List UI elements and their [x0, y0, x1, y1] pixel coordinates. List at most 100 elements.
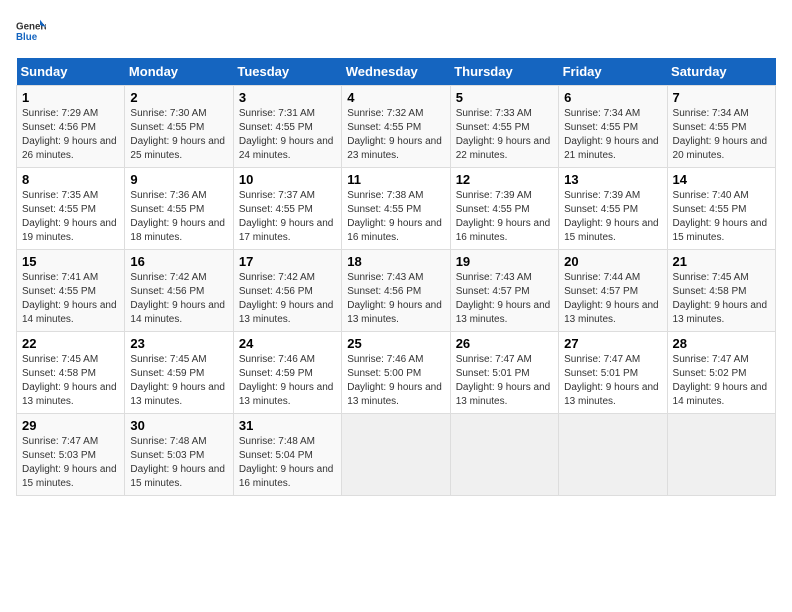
day-number: 29 [22, 418, 119, 433]
day-cell: 29 Sunrise: 7:47 AM Sunset: 5:03 PM Dayl… [17, 414, 125, 496]
day-cell: 2 Sunrise: 7:30 AM Sunset: 4:55 PM Dayli… [125, 86, 233, 168]
day-cell: 8 Sunrise: 7:35 AM Sunset: 4:55 PM Dayli… [17, 168, 125, 250]
day-info: Sunrise: 7:42 AM Sunset: 4:56 PM Dayligh… [239, 271, 336, 327]
day-info: Sunrise: 7:48 AM Sunset: 5:04 PM Dayligh… [239, 435, 336, 491]
day-info: Sunrise: 7:46 AM Sunset: 4:59 PM Dayligh… [239, 353, 336, 409]
day-cell: 3 Sunrise: 7:31 AM Sunset: 4:55 PM Dayli… [233, 86, 341, 168]
day-info: Sunrise: 7:48 AM Sunset: 5:03 PM Dayligh… [130, 435, 227, 491]
day-number: 8 [22, 172, 119, 187]
calendar-table: SundayMondayTuesdayWednesdayThursdayFrid… [16, 58, 776, 496]
day-cell: 20 Sunrise: 7:44 AM Sunset: 4:57 PM Dayl… [559, 250, 667, 332]
day-info: Sunrise: 7:29 AM Sunset: 4:56 PM Dayligh… [22, 107, 119, 163]
header: General Blue [16, 16, 776, 46]
svg-text:Blue: Blue [16, 32, 38, 43]
day-cell: 15 Sunrise: 7:41 AM Sunset: 4:55 PM Dayl… [17, 250, 125, 332]
header-day-tuesday: Tuesday [233, 58, 341, 86]
day-number: 30 [130, 418, 227, 433]
day-cell: 11 Sunrise: 7:38 AM Sunset: 4:55 PM Dayl… [342, 168, 450, 250]
day-number: 3 [239, 90, 336, 105]
day-info: Sunrise: 7:31 AM Sunset: 4:55 PM Dayligh… [239, 107, 336, 163]
day-cell: 9 Sunrise: 7:36 AM Sunset: 4:55 PM Dayli… [125, 168, 233, 250]
day-cell: 18 Sunrise: 7:43 AM Sunset: 4:56 PM Dayl… [342, 250, 450, 332]
day-number: 23 [130, 336, 227, 351]
day-number: 25 [347, 336, 444, 351]
header-day-wednesday: Wednesday [342, 58, 450, 86]
day-info: Sunrise: 7:43 AM Sunset: 4:57 PM Dayligh… [456, 271, 553, 327]
header-day-saturday: Saturday [667, 58, 775, 86]
day-number: 12 [456, 172, 553, 187]
logo-icon: General Blue [16, 16, 46, 46]
week-row-4: 22 Sunrise: 7:45 AM Sunset: 4:58 PM Dayl… [17, 332, 776, 414]
day-info: Sunrise: 7:36 AM Sunset: 4:55 PM Dayligh… [130, 189, 227, 245]
day-cell [450, 414, 558, 496]
day-cell: 10 Sunrise: 7:37 AM Sunset: 4:55 PM Dayl… [233, 168, 341, 250]
day-info: Sunrise: 7:35 AM Sunset: 4:55 PM Dayligh… [22, 189, 119, 245]
day-number: 26 [456, 336, 553, 351]
day-info: Sunrise: 7:45 AM Sunset: 4:58 PM Dayligh… [673, 271, 770, 327]
header-day-friday: Friday [559, 58, 667, 86]
day-cell: 12 Sunrise: 7:39 AM Sunset: 4:55 PM Dayl… [450, 168, 558, 250]
day-cell: 22 Sunrise: 7:45 AM Sunset: 4:58 PM Dayl… [17, 332, 125, 414]
day-info: Sunrise: 7:47 AM Sunset: 5:01 PM Dayligh… [456, 353, 553, 409]
day-number: 1 [22, 90, 119, 105]
day-cell: 23 Sunrise: 7:45 AM Sunset: 4:59 PM Dayl… [125, 332, 233, 414]
week-row-1: 1 Sunrise: 7:29 AM Sunset: 4:56 PM Dayli… [17, 86, 776, 168]
day-number: 28 [673, 336, 770, 351]
day-cell: 25 Sunrise: 7:46 AM Sunset: 5:00 PM Dayl… [342, 332, 450, 414]
day-cell: 30 Sunrise: 7:48 AM Sunset: 5:03 PM Dayl… [125, 414, 233, 496]
day-cell: 7 Sunrise: 7:34 AM Sunset: 4:55 PM Dayli… [667, 86, 775, 168]
day-number: 5 [456, 90, 553, 105]
day-info: Sunrise: 7:34 AM Sunset: 4:55 PM Dayligh… [673, 107, 770, 163]
header-day-thursday: Thursday [450, 58, 558, 86]
day-info: Sunrise: 7:41 AM Sunset: 4:55 PM Dayligh… [22, 271, 119, 327]
day-number: 15 [22, 254, 119, 269]
day-cell: 28 Sunrise: 7:47 AM Sunset: 5:02 PM Dayl… [667, 332, 775, 414]
day-number: 27 [564, 336, 661, 351]
day-number: 19 [456, 254, 553, 269]
day-number: 9 [130, 172, 227, 187]
day-cell: 26 Sunrise: 7:47 AM Sunset: 5:01 PM Dayl… [450, 332, 558, 414]
day-info: Sunrise: 7:45 AM Sunset: 4:58 PM Dayligh… [22, 353, 119, 409]
logo: General Blue [16, 16, 46, 46]
day-info: Sunrise: 7:38 AM Sunset: 4:55 PM Dayligh… [347, 189, 444, 245]
day-info: Sunrise: 7:30 AM Sunset: 4:55 PM Dayligh… [130, 107, 227, 163]
day-number: 14 [673, 172, 770, 187]
day-number: 21 [673, 254, 770, 269]
day-cell: 17 Sunrise: 7:42 AM Sunset: 4:56 PM Dayl… [233, 250, 341, 332]
day-number: 7 [673, 90, 770, 105]
day-cell: 1 Sunrise: 7:29 AM Sunset: 4:56 PM Dayli… [17, 86, 125, 168]
day-cell: 5 Sunrise: 7:33 AM Sunset: 4:55 PM Dayli… [450, 86, 558, 168]
day-cell: 6 Sunrise: 7:34 AM Sunset: 4:55 PM Dayli… [559, 86, 667, 168]
day-info: Sunrise: 7:33 AM Sunset: 4:55 PM Dayligh… [456, 107, 553, 163]
day-number: 20 [564, 254, 661, 269]
day-cell [342, 414, 450, 496]
day-cell: 24 Sunrise: 7:46 AM Sunset: 4:59 PM Dayl… [233, 332, 341, 414]
day-cell: 13 Sunrise: 7:39 AM Sunset: 4:55 PM Dayl… [559, 168, 667, 250]
header-row: SundayMondayTuesdayWednesdayThursdayFrid… [17, 58, 776, 86]
header-day-monday: Monday [125, 58, 233, 86]
day-info: Sunrise: 7:40 AM Sunset: 4:55 PM Dayligh… [673, 189, 770, 245]
week-row-2: 8 Sunrise: 7:35 AM Sunset: 4:55 PM Dayli… [17, 168, 776, 250]
day-cell: 27 Sunrise: 7:47 AM Sunset: 5:01 PM Dayl… [559, 332, 667, 414]
day-number: 10 [239, 172, 336, 187]
day-number: 13 [564, 172, 661, 187]
day-info: Sunrise: 7:45 AM Sunset: 4:59 PM Dayligh… [130, 353, 227, 409]
day-number: 16 [130, 254, 227, 269]
day-cell: 4 Sunrise: 7:32 AM Sunset: 4:55 PM Dayli… [342, 86, 450, 168]
day-number: 17 [239, 254, 336, 269]
day-info: Sunrise: 7:47 AM Sunset: 5:01 PM Dayligh… [564, 353, 661, 409]
day-cell: 16 Sunrise: 7:42 AM Sunset: 4:56 PM Dayl… [125, 250, 233, 332]
day-info: Sunrise: 7:43 AM Sunset: 4:56 PM Dayligh… [347, 271, 444, 327]
day-number: 11 [347, 172, 444, 187]
day-info: Sunrise: 7:37 AM Sunset: 4:55 PM Dayligh… [239, 189, 336, 245]
week-row-5: 29 Sunrise: 7:47 AM Sunset: 5:03 PM Dayl… [17, 414, 776, 496]
day-number: 31 [239, 418, 336, 433]
day-info: Sunrise: 7:42 AM Sunset: 4:56 PM Dayligh… [130, 271, 227, 327]
day-info: Sunrise: 7:46 AM Sunset: 5:00 PM Dayligh… [347, 353, 444, 409]
day-number: 2 [130, 90, 227, 105]
day-info: Sunrise: 7:44 AM Sunset: 4:57 PM Dayligh… [564, 271, 661, 327]
day-info: Sunrise: 7:34 AM Sunset: 4:55 PM Dayligh… [564, 107, 661, 163]
day-info: Sunrise: 7:47 AM Sunset: 5:03 PM Dayligh… [22, 435, 119, 491]
day-cell: 31 Sunrise: 7:48 AM Sunset: 5:04 PM Dayl… [233, 414, 341, 496]
day-cell [667, 414, 775, 496]
